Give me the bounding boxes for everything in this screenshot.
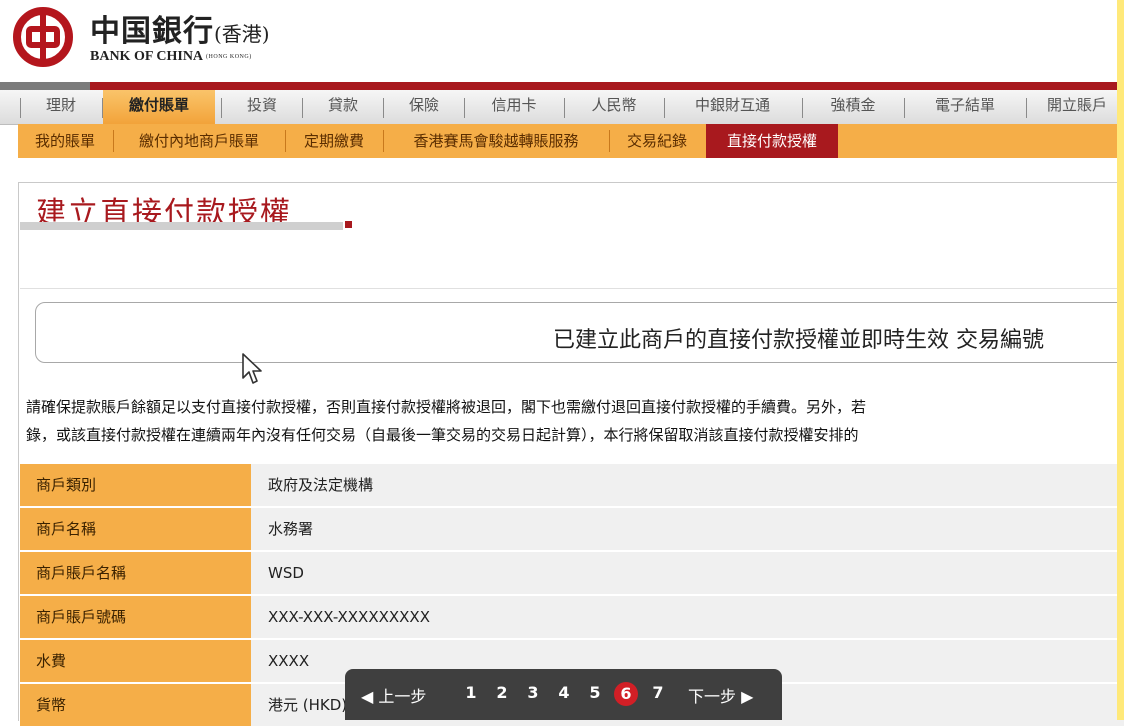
brand-region-en: (HONG KONG) (206, 53, 252, 60)
sub-nav-item-mainland-merchant[interactable]: 繳付內地商戶賬單 (114, 124, 284, 158)
header-accent-grey (0, 82, 90, 90)
title-underline (20, 222, 343, 230)
page-number[interactable]: 4 (553, 683, 575, 702)
sub-nav-item-scheduled-payment[interactable]: 定期繳費 (286, 124, 382, 158)
page-number[interactable]: 5 (584, 683, 606, 702)
page-number-current[interactable]: 6 (614, 682, 638, 706)
detail-value: XXX-XXX-XXXXXXXXX (251, 596, 1124, 638)
main-nav: 理財 繳付賬單 投資 貸款 保險 信用卡 人民幣 中銀財互通 強積金 電子結單 … (0, 90, 1124, 125)
detail-label: 商戶賬戶名稱 (20, 552, 251, 594)
main-nav-item-credit-card[interactable]: 信用卡 (465, 90, 563, 124)
page-number[interactable]: 2 (491, 683, 513, 702)
main-nav-item-rmb[interactable]: 人民幣 (565, 90, 663, 124)
detail-value: WSD (251, 552, 1124, 594)
title-underline-dot (345, 221, 352, 228)
sub-nav-item-jockey-club-transfer[interactable]: 香港賽馬會駿越轉賬服務 (384, 124, 608, 158)
sub-nav-item-transaction-record[interactable]: 交易紀錄 (610, 124, 704, 158)
detail-value: 水務署 (251, 508, 1124, 550)
detail-row-account-name: 商戶賬戶名稱 WSD (20, 552, 1124, 596)
main-nav-item-bill-payment[interactable]: 繳付賬單 (103, 90, 215, 124)
sub-nav: 我的賬單 繳付內地商戶賬單 定期繳費 香港賽馬會駿越轉賬服務 交易紀錄 直接付款… (18, 124, 1124, 158)
section-divider (20, 288, 1124, 289)
main-nav-item-open-account[interactable]: 開立賬戶 (1027, 90, 1124, 124)
main-nav-item-e-statement[interactable]: 電子結單 (905, 90, 1025, 124)
main-nav-item-insurance[interactable]: 保險 (384, 90, 464, 124)
brand-region-cn: (香港) (214, 22, 270, 46)
main-nav-item-boc-link[interactable]: 中銀財互通 (665, 90, 800, 124)
detail-label: 商戶類別 (20, 464, 251, 506)
triangle-left-icon: ◀ (361, 687, 374, 706)
confirmation-message: 已建立此商戶的直接付款授權並即時生效 交易編號 (553, 328, 1044, 353)
page-number[interactable]: 1 (460, 683, 482, 702)
sub-nav-item-direct-debit[interactable]: 直接付款授權 (706, 124, 838, 158)
detail-label: 商戶名稱 (20, 508, 251, 550)
detail-row-merchant-name: 商戶名稱 水務署 (20, 508, 1124, 552)
notice-text: 請確保提款賬戶餘額足以支付直接付款授權，否則直接付款授權將被退回，閣下也需繳付退… (26, 393, 866, 449)
brand-cn-text: 中国銀行 (90, 14, 214, 49)
header: 中国銀行(香港) BANK OF CHINA (HONG KONG) (0, 0, 1124, 82)
detail-label: 商戶賬戶號碼 (20, 596, 251, 638)
main-nav-item-mpf[interactable]: 強積金 (803, 90, 903, 124)
detail-value: 政府及法定機構 (251, 464, 1124, 506)
next-step-label: 下一步 (688, 687, 737, 706)
page-number[interactable]: 3 (522, 683, 544, 702)
brand-en-text: BANK OF CHINA (90, 49, 204, 64)
notice-line: 錄，或該直接付款授權在連續兩年內沒有任何交易（自最後一筆交易的交易日起計算），本… (26, 426, 859, 444)
detail-row-merchant-type: 商戶類別 政府及法定機構 (20, 464, 1124, 508)
prev-step-button[interactable]: ◀ 上一步 (361, 683, 426, 707)
prev-step-label: 上一步 (378, 687, 427, 706)
detail-label: 水費 (20, 640, 251, 682)
sub-nav-item-my-bills[interactable]: 我的賬單 (18, 124, 112, 158)
next-step-button[interactable]: 下一步 ▶ (688, 683, 753, 707)
brand-name-cn: 中国銀行(香港) (90, 6, 270, 50)
notice-line: 請確保提款賬戶餘額足以支付直接付款授權，否則直接付款授權將被退回，閣下也需繳付退… (26, 398, 867, 416)
window-edge (1117, 0, 1124, 720)
mouse-cursor-icon (242, 353, 262, 384)
main-nav-item-loans[interactable]: 貸款 (303, 90, 383, 124)
triangle-right-icon: ▶ (741, 687, 754, 706)
main-nav-item-wealth[interactable]: 理財 (21, 90, 101, 124)
detail-row-account-number: 商戶賬戶號碼 XXX-XXX-XXXXXXXXX (20, 596, 1124, 640)
header-accent-bar (0, 82, 1124, 90)
step-pager: ◀ 上一步 1 2 3 4 5 6 7 下一步 ▶ (345, 669, 782, 720)
bank-of-china-logo[interactable] (12, 6, 74, 68)
main-nav-item-investment[interactable]: 投資 (222, 90, 302, 124)
brand-name-en: BANK OF CHINA (HONG KONG) (90, 49, 252, 65)
page-number[interactable]: 7 (647, 683, 669, 702)
